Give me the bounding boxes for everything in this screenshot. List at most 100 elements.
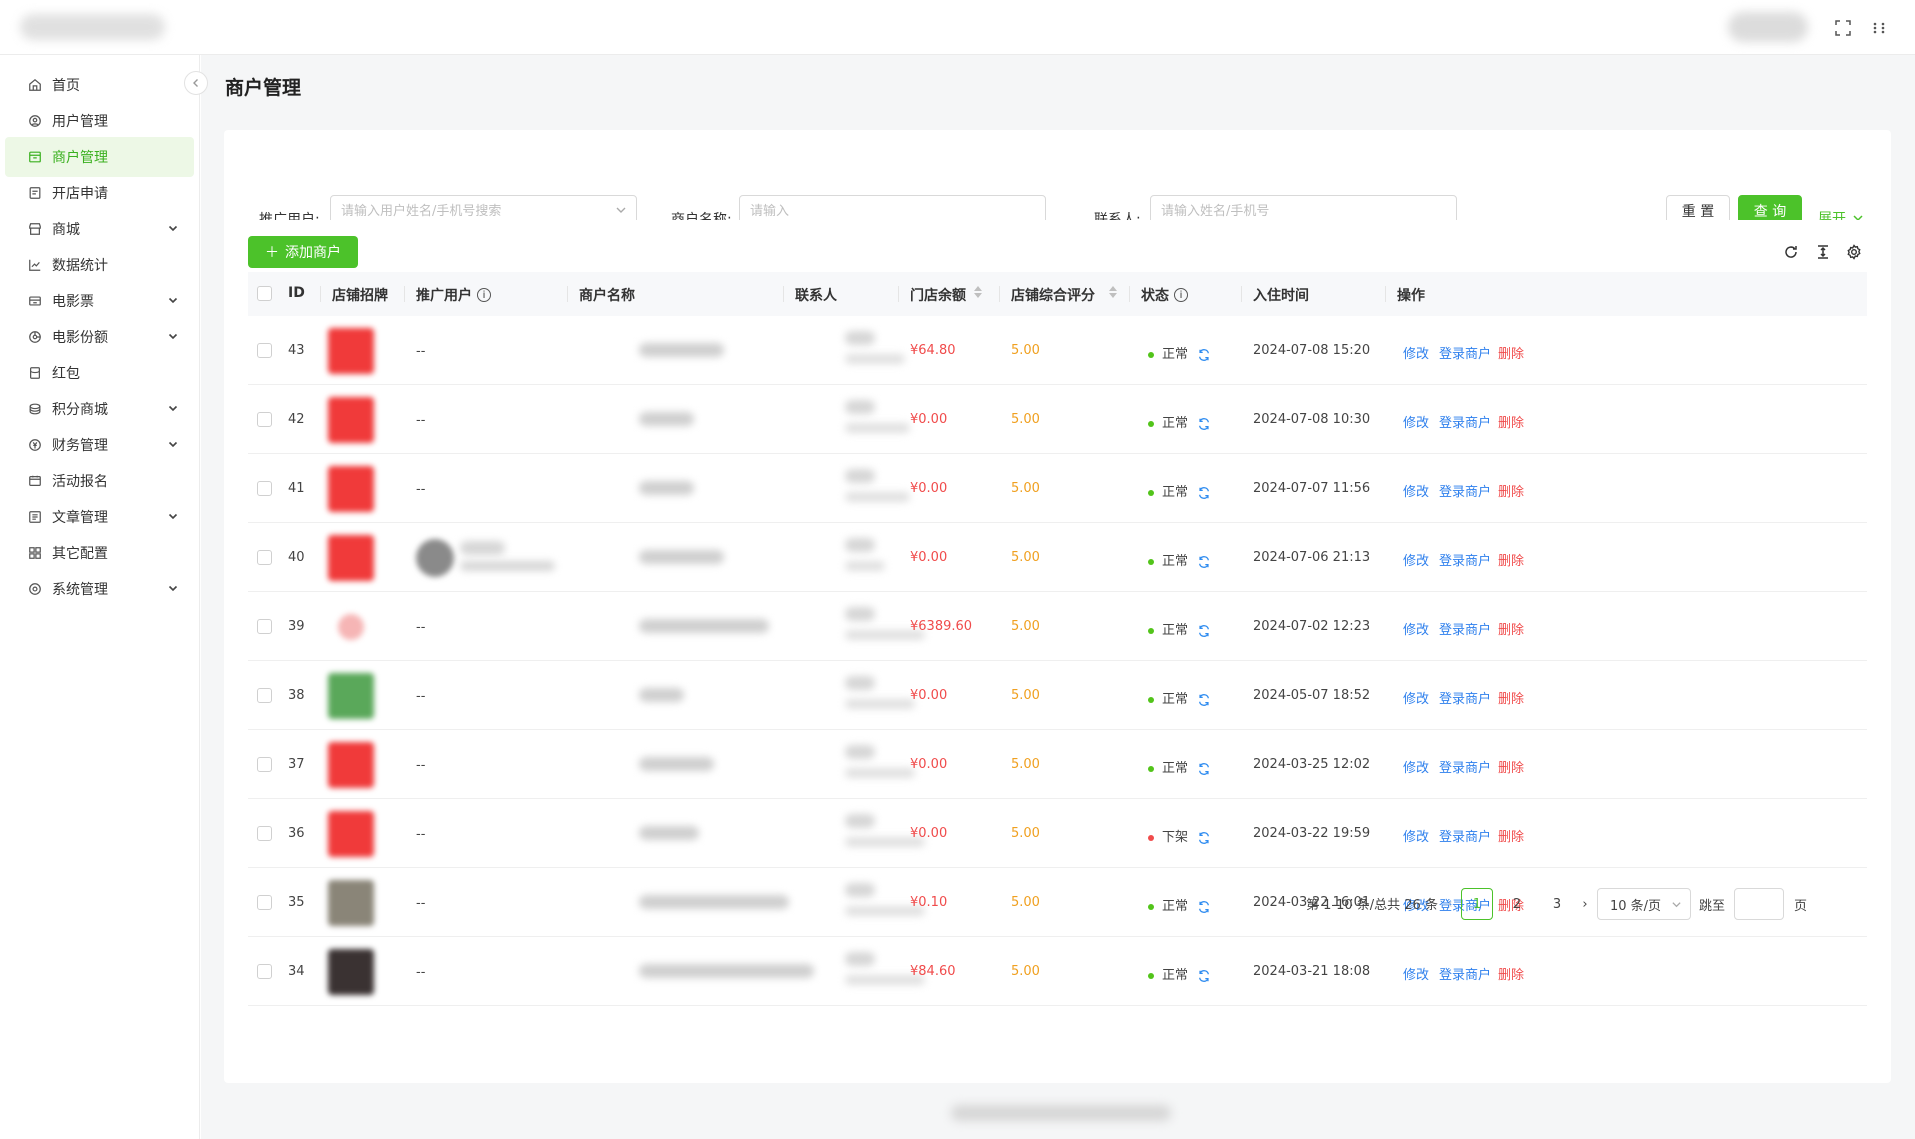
sidebar-item-14[interactable]: 系统管理 [5, 569, 194, 609]
sidebar-item-4[interactable]: 商城 [5, 209, 194, 249]
sort-icon[interactable] [1109, 286, 1117, 298]
user-avatar[interactable] [1728, 12, 1808, 42]
delete-link[interactable]: 删除 [1498, 826, 1524, 845]
edit-link[interactable]: 修改 [1403, 757, 1429, 776]
toggle-status-icon[interactable] [1197, 486, 1211, 500]
login-merchant-link[interactable]: 登录商户 [1439, 826, 1491, 845]
edit-link[interactable]: 修改 [1403, 412, 1429, 431]
toggle-status-icon[interactable] [1197, 348, 1211, 362]
toggle-status-icon[interactable] [1197, 693, 1211, 707]
delete-link[interactable]: 删除 [1498, 481, 1524, 500]
more-menu-icon[interactable] [1868, 17, 1890, 39]
edit-link[interactable]: 修改 [1403, 619, 1429, 638]
sort-icon[interactable] [974, 286, 982, 298]
toggle-status-icon[interactable] [1197, 762, 1211, 776]
column-header[interactable]: 店铺综合评分 [1011, 285, 1095, 305]
row-checkbox[interactable] [257, 895, 272, 910]
row-checkbox[interactable] [257, 550, 272, 565]
row-checkbox[interactable] [257, 757, 272, 772]
delete-link[interactable]: 删除 [1498, 688, 1524, 707]
fullscreen-icon[interactable] [1832, 17, 1854, 39]
login-merchant-link[interactable]: 登录商户 [1439, 550, 1491, 569]
toggle-status-icon[interactable] [1197, 555, 1211, 569]
store-logo-image [328, 742, 374, 788]
sidebar-item-13[interactable]: 其它配置 [5, 533, 194, 573]
store-logo-image [328, 328, 374, 374]
sidebar-item-12[interactable]: 文章管理 [5, 497, 194, 537]
sidebar-item-8[interactable]: 红包 [5, 353, 194, 393]
login-merchant-link[interactable]: 登录商户 [1439, 757, 1491, 776]
login-merchant-link[interactable]: 登录商户 [1439, 964, 1491, 983]
column-height-icon[interactable] [1813, 242, 1833, 262]
row-checkbox[interactable] [257, 343, 272, 358]
status-dot [1148, 489, 1154, 496]
store-icon [27, 149, 43, 165]
column-separator [567, 286, 568, 302]
store-score: 5.00 [1011, 550, 1040, 565]
row-checkbox[interactable] [257, 826, 272, 841]
select-all-checkbox[interactable] [257, 286, 272, 301]
edit-link[interactable]: 修改 [1403, 964, 1429, 983]
column-header[interactable]: 门店余额 [910, 285, 966, 305]
table-row: 39 -- ¥6389.60 5.00 正常 2024-07-02 12:23 修改 登录商户… [248, 592, 1867, 661]
page-button[interactable]: 1 [1461, 888, 1493, 920]
sidebar-item-9[interactable]: 积分商城 [5, 389, 194, 429]
sidebar-item-3[interactable]: 开店申请 [5, 173, 194, 213]
app-logo [20, 14, 165, 40]
edit-link[interactable]: 修改 [1403, 550, 1429, 569]
toggle-status-icon[interactable] [1197, 900, 1211, 914]
status-badge: 正常 [1148, 895, 1211, 914]
sidebar-item-11[interactable]: 活动报名 [5, 461, 194, 501]
status-dot [1148, 420, 1154, 427]
delete-link[interactable]: 删除 [1498, 964, 1524, 983]
login-merchant-link[interactable]: 登录商户 [1439, 343, 1491, 362]
row-checkbox[interactable] [257, 964, 272, 979]
delete-link[interactable]: 删除 [1498, 619, 1524, 638]
jump-page-input[interactable] [1734, 888, 1784, 920]
delete-link[interactable]: 删除 [1498, 412, 1524, 431]
row-checkbox[interactable] [257, 688, 272, 703]
delete-link[interactable]: 删除 [1498, 757, 1524, 776]
row-checkbox[interactable] [257, 412, 272, 427]
store-logo-image [328, 535, 374, 581]
login-merchant-link[interactable]: 登录商户 [1439, 481, 1491, 500]
toggle-status-icon[interactable] [1197, 417, 1211, 431]
add-merchant-button[interactable]: ＋ 添加商户 [248, 236, 358, 268]
sidebar-item-5[interactable]: 数据统计 [5, 245, 194, 285]
login-merchant-link[interactable]: 登录商户 [1439, 412, 1491, 431]
login-merchant-link[interactable]: 登录商户 [1439, 619, 1491, 638]
column-header: 店铺招牌 [332, 285, 388, 305]
login-merchant-link[interactable]: 登录商户 [1439, 688, 1491, 707]
delete-link[interactable]: 删除 [1498, 343, 1524, 362]
info-icon[interactable]: i [477, 288, 491, 302]
store-logo-image [328, 880, 374, 926]
merchant-id: 36 [288, 826, 305, 841]
sidebar-item-label: 商户管理 [52, 150, 108, 166]
settings-icon[interactable] [1844, 242, 1864, 262]
page-size-select[interactable]: 10 条/页 [1597, 888, 1691, 920]
toggle-status-icon[interactable] [1197, 624, 1211, 638]
info-icon[interactable]: i [1174, 288, 1188, 302]
collapse-sidebar-icon[interactable] [184, 71, 208, 95]
edit-link[interactable]: 修改 [1403, 343, 1429, 362]
chevron-down-icon [166, 581, 180, 595]
row-checkbox[interactable] [257, 481, 272, 496]
sidebar-item-1[interactable]: 用户管理 [5, 101, 194, 141]
edit-link[interactable]: 修改 [1403, 826, 1429, 845]
table-row: 43 -- ¥64.80 5.00 正常 2024-07-08 15:20 修改 登录商户 删除 [248, 316, 1867, 385]
sidebar-item-7[interactable]: 电影份额 [5, 317, 194, 357]
page-button[interactable]: 2 [1501, 888, 1533, 920]
delete-link[interactable]: 删除 [1498, 550, 1524, 569]
edit-link[interactable]: 修改 [1403, 688, 1429, 707]
sidebar-item-2[interactable]: 商户管理 [5, 137, 194, 177]
sidebar-item-0[interactable]: 首页 [5, 65, 194, 105]
toggle-status-icon[interactable] [1197, 831, 1211, 845]
toggle-status-icon[interactable] [1197, 969, 1211, 983]
edit-link[interactable]: 修改 [1403, 481, 1429, 500]
sidebar-item-10[interactable]: 财务管理 [5, 425, 194, 465]
row-checkbox[interactable] [257, 619, 272, 634]
sidebar-item-label: 系统管理 [52, 582, 108, 598]
merchant-id: 41 [288, 481, 305, 496]
sidebar-item-6[interactable]: 电影票 [5, 281, 194, 321]
refresh-icon[interactable] [1781, 242, 1801, 262]
